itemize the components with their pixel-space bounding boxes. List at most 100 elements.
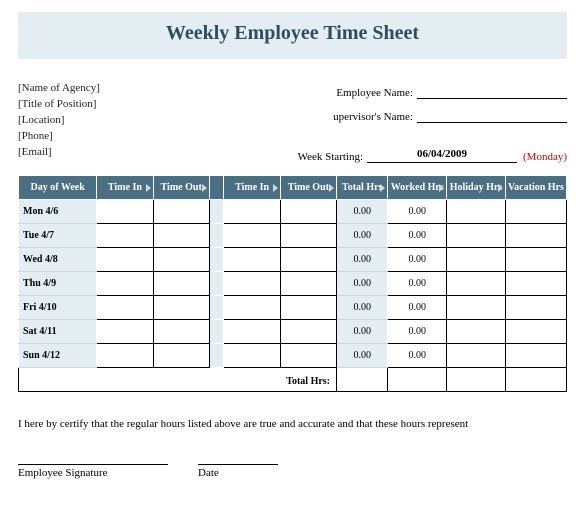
time-in-1-cell[interactable] xyxy=(97,248,153,272)
time-out-1-cell[interactable] xyxy=(153,344,209,368)
col-vacation-hrs: Vacation Hrs xyxy=(505,176,566,200)
time-in-2-cell[interactable] xyxy=(224,344,280,368)
holiday-hrs-cell[interactable] xyxy=(447,272,506,296)
table-row: Thu 4/90.000.00 xyxy=(19,272,567,296)
time-in-1-cell[interactable] xyxy=(97,344,153,368)
worked-hrs-cell[interactable]: 0.00 xyxy=(388,296,447,320)
week-starting-label: Week Starting: xyxy=(298,151,367,163)
employee-fields: Employee Name: upervisor's Name: Week St… xyxy=(298,81,567,169)
sort-icon xyxy=(202,184,207,192)
time-in-2-cell[interactable] xyxy=(224,272,280,296)
supervisor-input[interactable] xyxy=(417,108,567,123)
time-out-2-cell[interactable] xyxy=(280,248,336,272)
signature-line[interactable] xyxy=(18,464,168,465)
header-row: Day of Week Time In Time Out Time In Tim… xyxy=(19,176,567,200)
title-bar: Weekly Employee Time Sheet xyxy=(18,12,567,59)
table-row: Sun 4/120.000.00 xyxy=(19,344,567,368)
worked-hrs-cell[interactable]: 0.00 xyxy=(388,320,447,344)
gap-cell xyxy=(209,200,224,224)
week-starting-day: (Monday) xyxy=(523,151,567,163)
info-block: [Name of Agency] [Title of Position] [Lo… xyxy=(18,81,567,169)
worked-hrs-cell[interactable]: 0.00 xyxy=(388,344,447,368)
vacation-hrs-cell[interactable] xyxy=(505,296,566,320)
time-in-2-cell[interactable] xyxy=(224,320,280,344)
worked-hrs-cell[interactable]: 0.00 xyxy=(388,248,447,272)
time-out-2-cell[interactable] xyxy=(280,320,336,344)
sort-icon xyxy=(273,184,278,192)
vacation-hrs-cell[interactable] xyxy=(505,248,566,272)
week-starting-row: Week Starting: 06/04/2009 (Monday) xyxy=(298,145,567,163)
col-time-in-1: Time In xyxy=(97,176,153,200)
time-in-1-cell[interactable] xyxy=(97,320,153,344)
totals-row: Total Hrs: xyxy=(19,368,567,392)
holiday-hrs-cell[interactable] xyxy=(447,200,506,224)
holiday-hrs-cell[interactable] xyxy=(447,224,506,248)
holiday-hrs-cell[interactable] xyxy=(447,344,506,368)
col-gap xyxy=(209,176,224,200)
total-hrs-cell: 0.00 xyxy=(337,296,388,320)
employee-name-label: Employee Name: xyxy=(336,87,417,99)
time-in-1-cell[interactable] xyxy=(97,200,153,224)
col-total-hrs: Total Hrs xyxy=(337,176,388,200)
vacation-hrs-cell[interactable] xyxy=(505,224,566,248)
holiday-hrs-cell[interactable] xyxy=(447,296,506,320)
vacation-hrs-cell[interactable] xyxy=(505,200,566,224)
time-in-2-cell[interactable] xyxy=(224,224,280,248)
worked-hrs-cell[interactable]: 0.00 xyxy=(388,224,447,248)
time-in-1-cell[interactable] xyxy=(97,272,153,296)
day-cell: Mon 4/6 xyxy=(19,200,97,224)
supervisor-row: upervisor's Name: xyxy=(298,105,567,123)
date-line[interactable] xyxy=(198,464,278,465)
table-row: Sat 4/110.000.00 xyxy=(19,320,567,344)
certification-text: I here by certify that the regular hours… xyxy=(18,418,567,430)
sort-icon xyxy=(146,184,151,192)
totals-total xyxy=(337,368,388,392)
day-cell: Wed 4/8 xyxy=(19,248,97,272)
gap-cell xyxy=(209,248,224,272)
time-in-2-cell[interactable] xyxy=(224,200,280,224)
signature-label: Employee Signature xyxy=(18,467,168,479)
total-hrs-cell: 0.00 xyxy=(337,224,388,248)
signature-block: Employee Signature Date xyxy=(18,464,567,479)
holiday-hrs-cell[interactable] xyxy=(447,320,506,344)
time-out-2-cell[interactable] xyxy=(280,272,336,296)
timesheet-document: Weekly Employee Time Sheet [Name of Agen… xyxy=(0,0,585,491)
col-worked-hrs: Worked Hrs xyxy=(388,176,447,200)
total-hrs-cell: 0.00 xyxy=(337,200,388,224)
day-cell: Fri 4/10 xyxy=(19,296,97,320)
employee-name-input[interactable] xyxy=(417,84,567,99)
signature-date: Date xyxy=(198,464,278,479)
time-out-2-cell[interactable] xyxy=(280,224,336,248)
time-out-2-cell[interactable] xyxy=(280,200,336,224)
worked-hrs-cell[interactable]: 0.00 xyxy=(388,272,447,296)
worked-hrs-cell[interactable]: 0.00 xyxy=(388,200,447,224)
agency-info: [Name of Agency] [Title of Position] [Lo… xyxy=(18,81,100,169)
holiday-hrs-cell[interactable] xyxy=(447,248,506,272)
time-out-1-cell[interactable] xyxy=(153,224,209,248)
date-label: Date xyxy=(198,467,278,479)
time-in-2-cell[interactable] xyxy=(224,296,280,320)
time-out-1-cell[interactable] xyxy=(153,296,209,320)
time-out-1-cell[interactable] xyxy=(153,272,209,296)
day-cell: Sun 4/12 xyxy=(19,344,97,368)
col-time-out-1: Time Out xyxy=(153,176,209,200)
agency-location: [Location] xyxy=(18,113,100,129)
col-time-in-2: Time In xyxy=(224,176,280,200)
time-out-1-cell[interactable] xyxy=(153,200,209,224)
time-in-1-cell[interactable] xyxy=(97,224,153,248)
time-out-2-cell[interactable] xyxy=(280,344,336,368)
agency-position: [Title of Position] xyxy=(18,97,100,113)
vacation-hrs-cell[interactable] xyxy=(505,344,566,368)
vacation-hrs-cell[interactable] xyxy=(505,320,566,344)
time-in-2-cell[interactable] xyxy=(224,248,280,272)
time-out-2-cell[interactable] xyxy=(280,296,336,320)
time-out-1-cell[interactable] xyxy=(153,248,209,272)
vacation-hrs-cell[interactable] xyxy=(505,272,566,296)
col-day: Day of Week xyxy=(19,176,97,200)
time-out-1-cell[interactable] xyxy=(153,320,209,344)
sort-icon xyxy=(329,184,334,192)
week-starting-value[interactable]: 06/04/2009 xyxy=(367,148,517,163)
table-row: Tue 4/70.000.00 xyxy=(19,224,567,248)
time-in-1-cell[interactable] xyxy=(97,296,153,320)
totals-worked xyxy=(388,368,447,392)
